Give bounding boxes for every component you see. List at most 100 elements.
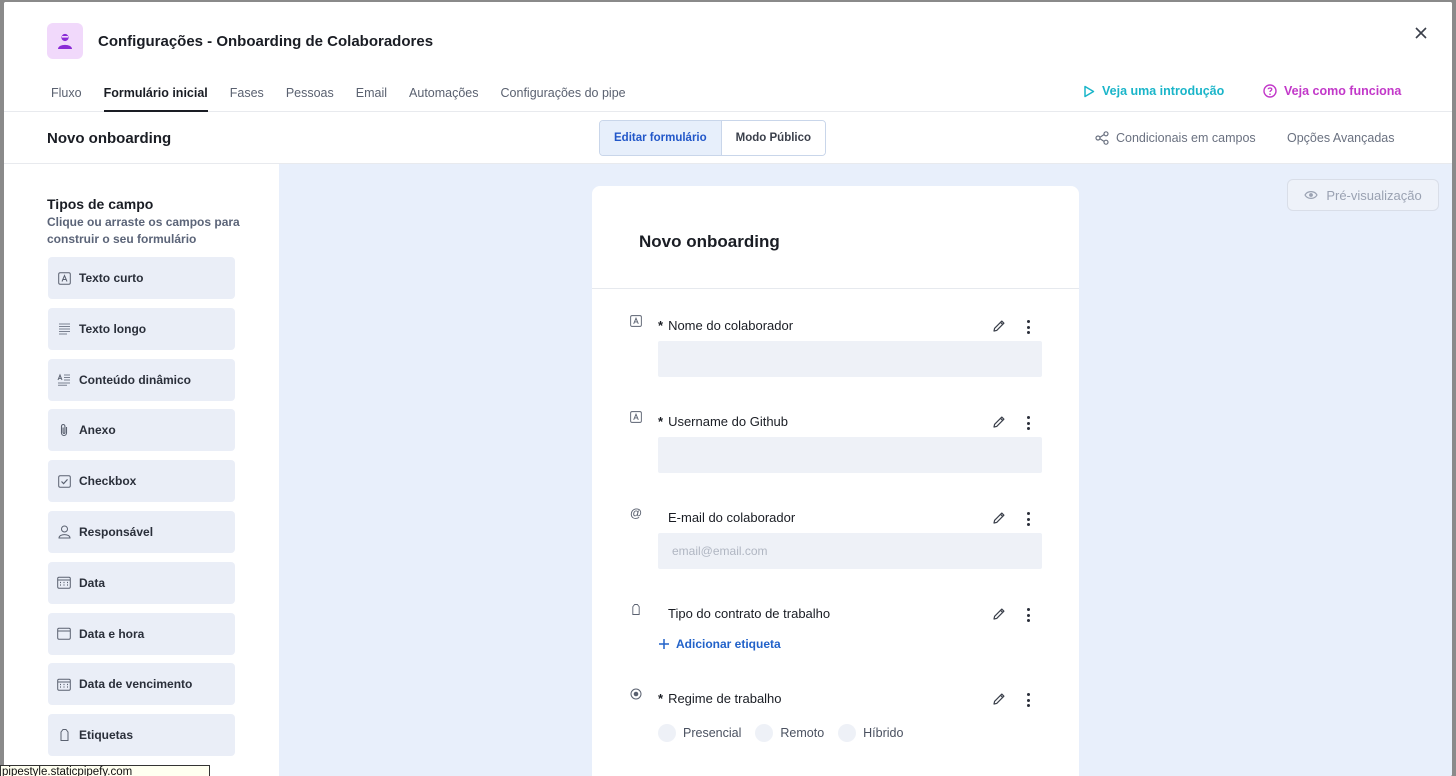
play-icon: [1084, 85, 1095, 97]
form-card-title: Novo onboarding: [639, 232, 780, 251]
radio-group: Presencial Remoto Híbrido: [658, 724, 903, 742]
close-icon[interactable]: [1412, 24, 1430, 42]
dynamic-content-icon: [57, 373, 71, 387]
add-tag-button[interactable]: Adicionar etiqueta: [658, 637, 781, 651]
field-type-checkbox[interactable]: Checkbox: [48, 460, 235, 503]
how-it-works-label: Veja como funciona: [1284, 84, 1402, 98]
how-it-works-link[interactable]: Veja como funciona: [1263, 84, 1401, 98]
field-type-label: Data de vencimento: [79, 677, 193, 692]
radio-label: Remoto: [780, 726, 825, 740]
form-field[interactable]: * Username do Github: [630, 409, 1050, 477]
more-vertical-icon[interactable]: [1022, 512, 1034, 526]
conditional-branch-icon: [1095, 131, 1109, 145]
form-canvas: Pré-visualização Novo onboarding * Nome d…: [279, 164, 1452, 776]
radio-button[interactable]: [658, 724, 676, 742]
field-label: E-mail do colaborador: [663, 510, 795, 525]
checkbox-icon: [57, 474, 71, 488]
calendar-icon: [57, 576, 71, 590]
field-label: * Nome do colaborador: [658, 318, 793, 333]
due-date-icon: [57, 677, 71, 691]
more-vertical-icon[interactable]: [1022, 693, 1034, 707]
radio-button[interactable]: [838, 724, 857, 742]
advanced-options-label: Opções Avançadas: [1287, 131, 1395, 145]
field-label-text: Regime de trabalho: [668, 691, 782, 706]
user-icon: [57, 525, 71, 539]
form-toolbar: Novo onboarding Editar formulário Modo P…: [4, 112, 1452, 164]
paperclip-icon: [57, 423, 71, 437]
field-conditionals-button[interactable]: Condicionais em campos: [1095, 131, 1256, 145]
field-type-tags[interactable]: Etiquetas: [48, 714, 235, 757]
radio-icon: [630, 688, 642, 700]
field-input[interactable]: [658, 341, 1042, 377]
more-vertical-icon[interactable]: [1022, 608, 1034, 622]
email-field[interactable]: [658, 533, 1042, 569]
mode-switch: Editar formulário Modo Público: [599, 120, 827, 156]
tab-fases[interactable]: Fases: [230, 86, 264, 112]
field-type-long-text[interactable]: Texto longo: [48, 307, 235, 350]
field-type-due-date[interactable]: Data de vencimento: [48, 663, 235, 706]
tab-automacoes[interactable]: Automações: [409, 86, 478, 112]
edit-form-button[interactable]: Editar formulário: [600, 121, 722, 155]
pencil-icon[interactable]: [992, 692, 1006, 706]
settings-modal: Configurações - Onboarding de Colaborado…: [4, 2, 1452, 776]
tab-email[interactable]: Email: [356, 86, 387, 112]
field-type-label: Data: [79, 575, 106, 590]
field-types-title: Tipos de campo: [47, 196, 154, 212]
plus-icon: [659, 639, 669, 649]
radio-option-presencial[interactable]: Presencial: [658, 724, 741, 742]
intro-link-label: Veja uma introdução: [1102, 84, 1225, 98]
field-label-text: Username do Github: [668, 414, 789, 429]
short-text-icon: [630, 411, 642, 423]
tab-configuracoes-pipe[interactable]: Configurações do pipe: [501, 86, 626, 112]
pencil-icon[interactable]: [992, 607, 1006, 621]
long-text-icon: [57, 322, 71, 336]
field-label: Tipo do contrato de trabalho: [663, 606, 830, 621]
public-mode-button[interactable]: Modo Público: [721, 121, 826, 155]
eye-icon: [1304, 191, 1318, 199]
modal-header: Configurações - Onboarding de Colaborado…: [4, 2, 1452, 112]
field-type-short-text[interactable]: Texto curto: [48, 257, 235, 299]
field-input[interactable]: [658, 437, 1042, 473]
field-label: * Regime de trabalho: [658, 691, 782, 706]
short-text-icon: [57, 271, 71, 285]
form-name: Novo onboarding: [47, 130, 172, 147]
form-card: Novo onboarding * Nome do colaborador * Us…: [592, 186, 1079, 776]
radio-button[interactable]: [755, 724, 774, 742]
tag-icon: [630, 603, 642, 615]
field-type-date[interactable]: Data: [48, 561, 235, 604]
field-type-label: Responsável: [79, 524, 154, 539]
required-marker: *: [658, 414, 664, 429]
tab-fluxo[interactable]: Fluxo: [51, 86, 82, 112]
field-label-text: Tipo do contrato de trabalho: [668, 606, 831, 621]
more-vertical-icon[interactable]: [1022, 416, 1034, 430]
pipe-avatar-icon: [47, 23, 83, 59]
radio-option-hibrido[interactable]: Híbrido: [838, 724, 903, 742]
preview-button[interactable]: Pré-visualização: [1287, 179, 1439, 211]
field-type-attachment[interactable]: Anexo: [48, 409, 235, 452]
tab-formulario-inicial[interactable]: Formulário inicial: [103, 86, 208, 112]
radio-option-remoto[interactable]: Remoto: [755, 724, 824, 742]
form-field[interactable]: * Nome do colaborador: [630, 313, 1050, 381]
form-field[interactable]: * Regime de trabalho Presencial Remoto Hí…: [630, 686, 1050, 756]
short-text-icon: [630, 315, 642, 327]
field-type-dynamic-content[interactable]: Conteúdo dinâmico: [48, 358, 235, 401]
radio-label: Híbrido: [863, 726, 904, 740]
datetime-icon: [57, 627, 71, 641]
more-vertical-icon[interactable]: [1022, 320, 1034, 334]
pencil-icon[interactable]: [992, 319, 1006, 333]
field-type-label: Texto curto: [79, 271, 144, 285]
advanced-options-button[interactable]: Opções Avançadas: [1287, 131, 1394, 145]
field-type-label: Checkbox: [79, 474, 137, 489]
required-marker: *: [658, 318, 664, 333]
intro-link[interactable]: Veja uma introdução: [1083, 84, 1224, 98]
pencil-icon[interactable]: [992, 511, 1006, 525]
form-field[interactable]: @ E-mail do colaborador: [630, 505, 1050, 573]
field-type-datetime[interactable]: Data e hora: [48, 612, 235, 655]
tab-pessoas[interactable]: Pessoas: [286, 86, 334, 112]
field-label-text: Nome do colaborador: [668, 318, 794, 333]
form-field[interactable]: Tipo do contrato de trabalho Adicionar e…: [630, 601, 1050, 657]
divider: [592, 288, 1079, 289]
pencil-icon[interactable]: [992, 415, 1006, 429]
field-label: * Username do Github: [658, 414, 788, 429]
field-type-assignee[interactable]: Responsável: [48, 510, 235, 553]
